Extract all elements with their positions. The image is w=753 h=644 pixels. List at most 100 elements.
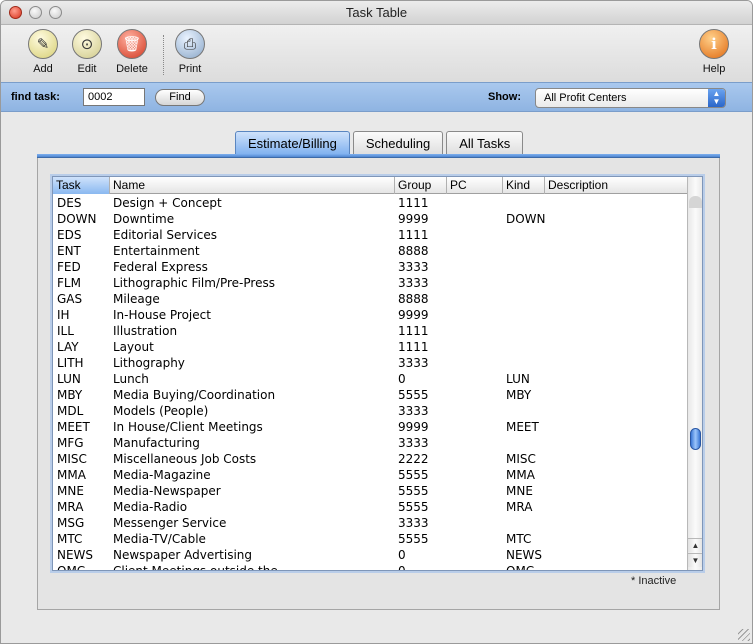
print-button[interactable]: ⎙ Print — [165, 29, 215, 75]
column-header-kind[interactable]: Kind — [503, 177, 545, 194]
task-cell: LUN — [57, 372, 81, 386]
task-cell: MDL — [57, 404, 84, 418]
profit-center-value: All Profit Centers — [544, 92, 627, 104]
name-cell: Lithography — [113, 356, 185, 370]
task-cell: DOWN — [57, 212, 97, 226]
table-row[interactable]: GAS Mileage 8888 — [53, 291, 687, 307]
task-cell: MTC — [57, 532, 83, 546]
help-button[interactable]: i Help — [689, 29, 739, 75]
table-row[interactable]: LUN Lunch 0 LUN — [53, 371, 687, 387]
task-cell: NEWS — [57, 548, 94, 562]
table-row[interactable]: DOWN Downtime 9999 DOWN — [53, 211, 687, 227]
add-button[interactable]: ✎ Add — [18, 29, 68, 75]
table-row[interactable]: MTC Media-TV/Cable 5555 MTC — [53, 531, 687, 547]
table-row[interactable]: MBY Media Buying/Coordination 5555 MBY — [53, 387, 687, 403]
scroll-up-arrow-icon[interactable]: ▲ — [688, 538, 702, 552]
find-task-input[interactable] — [83, 88, 145, 106]
edit-label: Edit — [77, 63, 97, 75]
group-cell: 8888 — [398, 292, 429, 306]
table-row[interactable]: LAY Layout 1111 — [53, 339, 687, 355]
column-header-description[interactable]: Description — [545, 177, 687, 194]
task-cell: MFG — [57, 436, 84, 450]
name-cell: Federal Express — [113, 260, 208, 274]
group-cell: 5555 — [398, 468, 429, 482]
name-cell: Downtime — [113, 212, 175, 226]
task-cell: MMA — [57, 468, 86, 482]
group-cell: 5555 — [398, 500, 429, 514]
info-icon: i — [699, 29, 729, 59]
table-row[interactable]: MFG Manufacturing 3333 — [53, 435, 687, 451]
column-header-task[interactable]: Task — [53, 177, 110, 194]
find-bar: find task: Find Show: All Profit Centers… — [1, 82, 752, 112]
print-label: Print — [178, 63, 202, 75]
delete-label: Delete — [116, 63, 148, 75]
edit-icon: ⊙ — [72, 29, 102, 59]
name-cell: Illustration — [113, 324, 178, 338]
table-header: Task Name Group PC Kind Description — [53, 177, 687, 194]
resize-grip-icon[interactable] — [738, 629, 750, 641]
find-button[interactable]: Find — [155, 89, 205, 106]
printer-icon: ⎙ — [175, 29, 205, 59]
table-row[interactable]: ENT Entertainment 8888 — [53, 243, 687, 259]
table-row[interactable]: LITH Lithography 3333 — [53, 355, 687, 371]
column-header-name[interactable]: Name — [110, 177, 395, 194]
delete-button[interactable]: 🗑 Delete — [107, 29, 157, 75]
group-cell: 9999 — [398, 420, 429, 434]
select-arrows-icon: ▲ ▼ — [708, 89, 725, 107]
table-row[interactable]: ILL Illustration 1111 — [53, 323, 687, 339]
table-row[interactable]: MEET In House/Client Meetings 9999 MEET — [53, 419, 687, 435]
name-cell: Media Buying/Coordination — [113, 388, 276, 402]
table-row[interactable]: MDL Models (People) 3333 — [53, 403, 687, 419]
help-label: Help — [702, 63, 726, 75]
vertical-scrollbar[interactable]: ▲ ▼ — [687, 177, 702, 570]
group-cell: 5555 — [398, 484, 429, 498]
tab-estimate-billing[interactable]: Estimate/Billing — [235, 131, 350, 155]
column-header-pc[interactable]: PC — [447, 177, 503, 194]
tab-all-tasks[interactable]: All Tasks — [446, 131, 524, 155]
group-cell: 2222 — [398, 452, 429, 466]
table-row[interactable]: NEWS Newspaper Advertising 0 NEWS — [53, 547, 687, 563]
trash-icon: 🗑 — [117, 29, 147, 59]
group-cell: 1111 — [398, 324, 429, 338]
group-cell: 9999 — [398, 308, 429, 322]
window-title: Task Table — [345, 5, 408, 20]
table-row[interactable]: FED Federal Express 3333 — [53, 259, 687, 275]
group-cell: 3333 — [398, 276, 429, 290]
task-cell: FLM — [57, 276, 81, 290]
name-cell: Newspaper Advertising — [113, 548, 253, 562]
name-cell: Layout — [113, 340, 154, 354]
scroll-down-arrow-icon[interactable]: ▼ — [688, 553, 702, 567]
table-row[interactable]: OMC Client Meetings outside the... 0 OMC — [53, 563, 687, 571]
table-row[interactable]: MSG Messenger Service 3333 — [53, 515, 687, 531]
table-row[interactable]: EDS Editorial Services 1111 — [53, 227, 687, 243]
task-cell: MRA — [57, 500, 84, 514]
table-row[interactable]: FLM Lithographic Film/Pre-Press 3333 — [53, 275, 687, 291]
tab-scheduling[interactable]: Scheduling — [352, 131, 444, 155]
name-cell: In House/Client Meetings — [113, 420, 263, 434]
profit-center-select[interactable]: All Profit Centers ▲ ▼ — [535, 88, 726, 108]
scrollbar-thumb[interactable] — [690, 428, 701, 450]
group-cell: 3333 — [398, 436, 429, 450]
table-row[interactable]: MRA Media-Radio 5555 MRA — [53, 499, 687, 515]
toolbar-separator — [163, 35, 164, 75]
name-cell: Client Meetings outside the... — [113, 564, 290, 571]
task-cell: MISC — [57, 452, 87, 466]
task-cell: IH — [57, 308, 70, 322]
kind-cell: MISC — [506, 452, 536, 466]
table-row[interactable]: MISC Miscellaneous Job Costs 2222 MISC — [53, 451, 687, 467]
task-cell: FED — [57, 260, 81, 274]
group-cell: 8888 — [398, 244, 429, 258]
table-row[interactable]: MMA Media-Magazine 5555 MMA — [53, 467, 687, 483]
name-cell: Media-Newspaper — [113, 484, 221, 498]
name-cell: Lunch — [113, 372, 149, 386]
table-row[interactable]: IH In-House Project 9999 — [53, 307, 687, 323]
table-row[interactable]: MNE Media-Newspaper 5555 MNE — [53, 483, 687, 499]
task-cell: EDS — [57, 228, 82, 242]
task-cell: LAY — [57, 340, 79, 354]
show-label: Show: — [488, 91, 521, 103]
task-cell: MNE — [57, 484, 84, 498]
table-row[interactable]: DES Design + Concept 1111 — [53, 195, 687, 211]
edit-button[interactable]: ⊙ Edit — [62, 29, 112, 75]
find-task-label: find task: — [11, 91, 60, 103]
column-header-group[interactable]: Group — [395, 177, 447, 194]
